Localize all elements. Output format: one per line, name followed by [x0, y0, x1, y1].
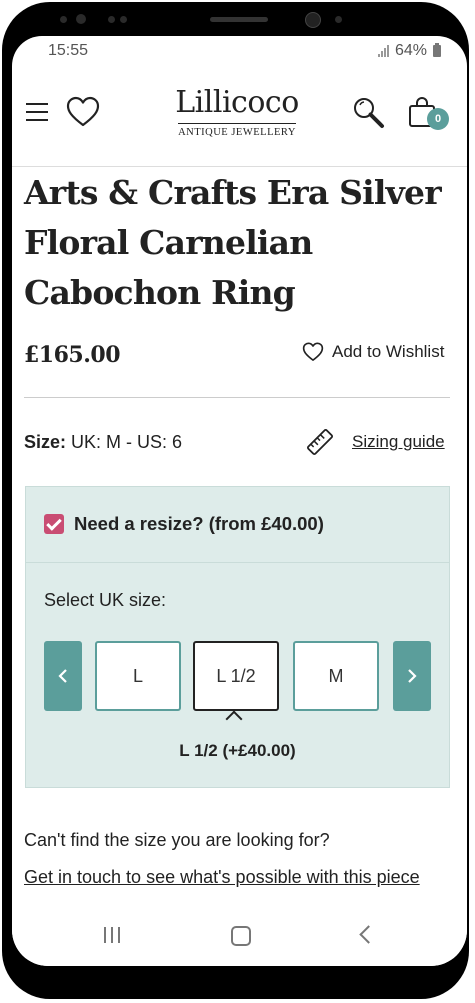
site-logo[interactable]: Lillicoco ANTIQUE JEWELLERY: [172, 86, 302, 139]
home-icon[interactable]: [231, 926, 251, 946]
sensor-dot: [108, 16, 115, 23]
selected-size-price: L 1/2 (+£40.00): [179, 741, 296, 760]
battery-percent: 64%: [394, 42, 427, 59]
add-to-wishlist-button[interactable]: Add to Wishlist: [302, 342, 444, 362]
resize-label[interactable]: Need a resize? (from £40.00): [74, 513, 324, 535]
selected-caret-icon: [225, 710, 243, 728]
product-title: Arts & Crafts Era Silver Floral Carnelia…: [24, 173, 442, 312]
resize-panel: Need a resize? (from £40.00) Select UK s…: [25, 486, 450, 788]
size-value: UK: M - US: 6: [71, 432, 183, 452]
heart-icon: [302, 342, 324, 361]
back-icon[interactable]: [359, 925, 378, 944]
resize-checkbox[interactable]: [44, 514, 64, 534]
ruler-icon: [306, 428, 334, 456]
sensor-dot: [120, 16, 127, 23]
resize-header: Need a resize? (from £40.00): [26, 487, 449, 563]
wishlist-label: Add to Wishlist: [332, 342, 445, 361]
size-option-m[interactable]: M: [293, 641, 379, 711]
front-camera: [305, 12, 321, 28]
product-price: £165.00: [24, 342, 121, 368]
recent-apps-icon[interactable]: [104, 927, 120, 943]
sizing-guide-label: Sizing guide: [352, 432, 445, 451]
divider: [24, 397, 450, 398]
site-header: Lillicoco ANTIQUE JEWELLERY 0: [12, 86, 467, 167]
size-help: Can't find the size you are looking for?…: [24, 822, 444, 896]
select-size-label: Select UK size:: [44, 590, 167, 610]
chevron-right-icon: [408, 669, 417, 683]
size-option-l-half[interactable]: L 1/2: [193, 641, 279, 711]
sensor-dot: [335, 16, 342, 23]
size-option-l[interactable]: L: [95, 641, 181, 711]
screen: 15:55 64% Lillicoco ANTIQUE JEWELLERY 0 …: [12, 36, 467, 966]
menu-icon[interactable]: [26, 103, 48, 121]
size-help-question: Can't find the size you are looking for?: [24, 830, 330, 850]
earpiece-speaker: [210, 17, 268, 22]
chevron-left-icon: [58, 669, 67, 683]
phone-bezel: [2, 2, 469, 36]
sensor-dot: [60, 16, 67, 23]
status-bar: 15:55 64%: [12, 36, 467, 68]
system-nav-bar: [12, 902, 467, 966]
prev-size-button[interactable]: [44, 641, 82, 711]
logo-name: Lillicoco: [175, 85, 299, 120]
next-size-button[interactable]: [393, 641, 431, 711]
wishlist-heart-icon[interactable]: [66, 96, 100, 128]
sensor-dot: [76, 14, 86, 24]
status-time: 15:55: [48, 42, 89, 59]
status-right: 64%: [377, 42, 441, 60]
signal-icon: [377, 45, 389, 57]
search-icon[interactable]: [352, 96, 386, 130]
battery-icon: [433, 43, 441, 57]
logo-tagline: ANTIQUE JEWELLERY: [178, 123, 296, 138]
size-label: Size:: [24, 432, 67, 452]
contact-link[interactable]: Get in touch to see what's possible with…: [24, 859, 444, 896]
phone-frame: 15:55 64% Lillicoco ANTIQUE JEWELLERY 0 …: [2, 2, 469, 999]
size-info: Size: UK: M - US: 6: [24, 432, 182, 453]
cart-count-badge: 0: [427, 108, 449, 130]
sizing-guide-link[interactable]: Sizing guide: [306, 428, 445, 456]
